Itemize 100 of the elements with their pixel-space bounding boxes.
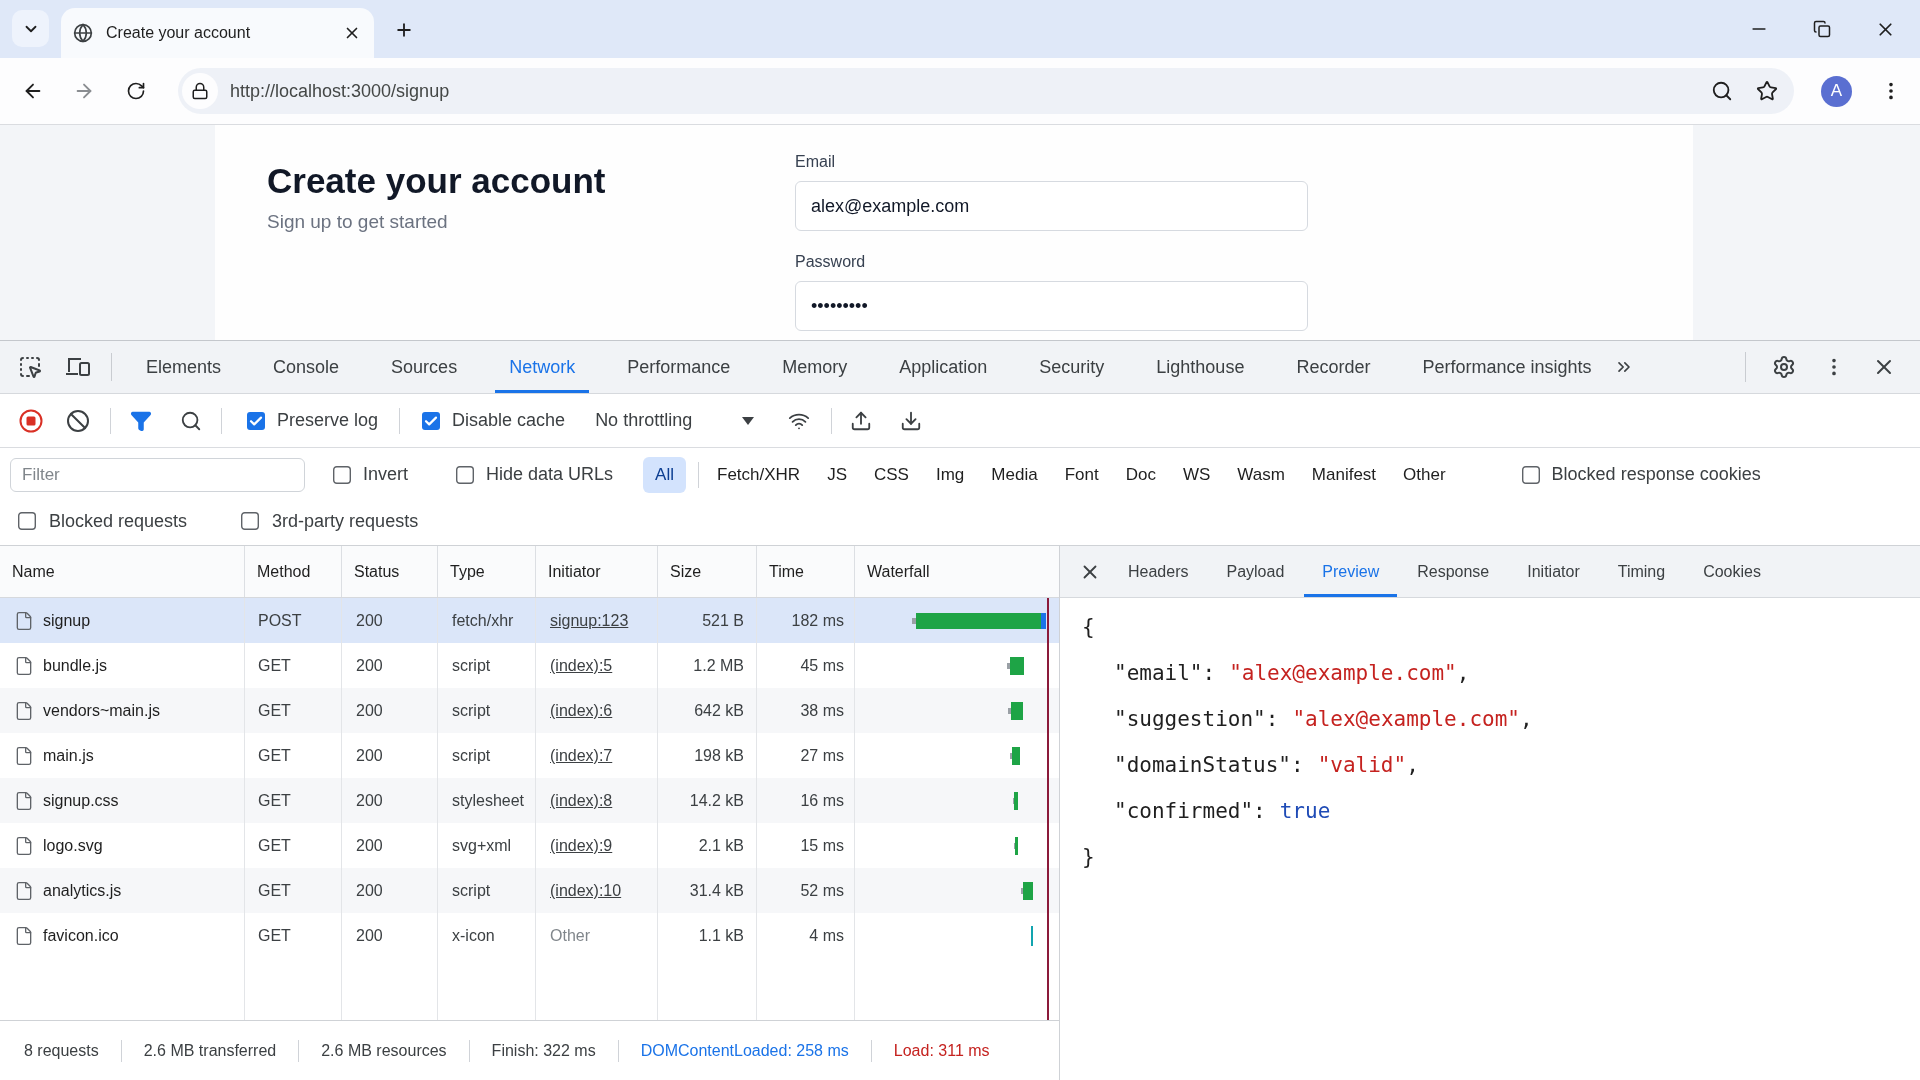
table-row[interactable]: signup POST 200 fetch/xhr signup:123 521 B 182 ms <box>0 598 1059 643</box>
details-tab[interactable]: Headers <box>1110 546 1207 597</box>
filter-icon[interactable] <box>130 409 152 432</box>
type-filter-button[interactable]: Font <box>1058 456 1105 493</box>
browser-tab[interactable]: Create your account <box>61 8 374 58</box>
input-field[interactable]: ••••••••• <box>795 281 1308 331</box>
method-text: GET <box>258 745 291 766</box>
throttling-dropdown[interactable]: No throttling <box>595 407 755 434</box>
column-header[interactable]: Initiator <box>536 546 658 597</box>
column-header[interactable]: Size <box>658 546 757 597</box>
devices-icon[interactable] <box>65 356 91 378</box>
size-text: 31.4 kB <box>689 880 744 901</box>
size-text: 521 B <box>702 610 744 631</box>
type-filter-button[interactable]: WS <box>1176 456 1217 493</box>
type-filter-button[interactable]: Fetch/XHR <box>711 456 807 493</box>
method-text: POST <box>258 610 302 631</box>
initiator-text: Other <box>550 925 590 946</box>
checkbox[interactable] <box>241 512 260 530</box>
type-filter-button[interactable]: JS <box>821 456 853 493</box>
file-icon <box>14 880 34 901</box>
record-icon[interactable] <box>19 408 43 433</box>
status-code: 200 <box>356 925 383 946</box>
initiator-link[interactable]: signup:123 <box>550 608 629 633</box>
checkbox[interactable] <box>247 411 265 430</box>
size-text: 642 kB <box>694 700 744 721</box>
restore-icon[interactable] <box>1813 20 1831 38</box>
devtools-tab[interactable]: Application <box>885 341 1002 393</box>
checkbox[interactable] <box>333 465 351 484</box>
new-tab-icon[interactable] <box>394 20 414 40</box>
devtools-tab[interactable]: Performance <box>613 341 745 393</box>
initiator-link[interactable]: (index):8 <box>550 788 613 813</box>
star-icon[interactable] <box>1756 80 1778 102</box>
checkbox[interactable] <box>422 411 441 430</box>
table-row[interactable]: vendors~main.js GET 200 script (index):6 642 kB 38 ms <box>0 688 1059 733</box>
file-icon <box>14 925 34 946</box>
time-text: 52 ms <box>800 880 844 901</box>
initiator-link[interactable]: (index):7 <box>550 743 613 768</box>
download-icon[interactable] <box>900 409 923 432</box>
details-tab[interactable]: Timing <box>1599 546 1684 597</box>
devtools-tab[interactable]: Recorder <box>1282 341 1385 393</box>
devtools-tab[interactable]: Sources <box>377 341 472 393</box>
address-bar[interactable]: http://localhost:3000/signup <box>178 68 1794 114</box>
upload-icon[interactable] <box>850 409 873 432</box>
type-filter-button[interactable]: Img <box>929 456 971 493</box>
type-filter-button[interactable]: Media <box>985 456 1044 493</box>
checkbox[interactable] <box>1521 465 1540 484</box>
tab-list-button[interactable] <box>12 10 49 47</box>
waterfall-bar <box>1014 836 1018 855</box>
initiator-link[interactable]: (index):9 <box>550 833 613 858</box>
search-icon[interactable] <box>1711 80 1733 102</box>
file-name: main.js <box>43 745 94 766</box>
inspect-icon[interactable] <box>18 355 42 379</box>
devtools-tab[interactable]: Console <box>259 341 354 393</box>
column-header[interactable]: Status <box>342 546 438 597</box>
type-filter-button[interactable]: All <box>643 456 686 493</box>
devtools-tab[interactable]: Memory <box>768 341 862 393</box>
type-filter-button[interactable]: Doc <box>1119 456 1162 493</box>
lock-icon[interactable] <box>182 73 218 109</box>
details-tab[interactable]: Initiator <box>1509 546 1598 597</box>
type-filter-button[interactable]: Wasm <box>1231 456 1291 493</box>
initiator-link[interactable]: (index):10 <box>550 878 622 903</box>
column-header[interactable]: Time <box>757 546 855 597</box>
table-row[interactable]: signup.css GET 200 stylesheet (index):8 14.2 kB 16 ms <box>0 778 1059 823</box>
type-filter-button[interactable]: CSS <box>868 456 915 493</box>
devtools-tab[interactable]: Security <box>1025 341 1119 393</box>
column-header[interactable]: Waterfall <box>855 546 1060 597</box>
file-icon <box>14 790 34 811</box>
devtools-tab[interactable]: Lighthouse <box>1142 341 1259 393</box>
initiator-link[interactable]: (index):6 <box>550 698 613 723</box>
status-text: 8 requests <box>24 1040 99 1061</box>
type-filter-button[interactable]: Manifest <box>1305 456 1383 493</box>
devtools-tab[interactable]: Performance insights <box>1408 341 1606 393</box>
column-header[interactable]: Name <box>0 546 245 597</box>
clear-icon[interactable] <box>66 408 90 433</box>
profile-avatar[interactable]: A <box>1821 75 1852 107</box>
time-text: 4 ms <box>809 925 844 946</box>
settings-icon[interactable] <box>1772 355 1796 379</box>
json-line: "email": "alex@example.com", <box>1114 660 1470 687</box>
input-field[interactable]: alex@example.com <box>795 181 1308 231</box>
caret-icon <box>742 416 755 425</box>
file-name: signup <box>43 610 91 631</box>
details-tab[interactable]: Response <box>1399 546 1508 597</box>
url-text: http://localhost:3000/signup <box>230 79 450 103</box>
checkbox[interactable] <box>18 512 36 530</box>
reload-icon[interactable] <box>126 81 146 101</box>
table-row[interactable]: analytics.js GET 200 script (index):10 31.4 kB 52 ms <box>0 868 1059 913</box>
devtools-tab[interactable]: Elements <box>132 341 236 393</box>
column-header[interactable]: Type <box>438 546 536 597</box>
details-tab[interactable]: Payload <box>1208 546 1303 597</box>
filter-input[interactable]: Filter <box>10 457 305 492</box>
method-text: GET <box>258 655 291 676</box>
checkbox[interactable] <box>456 465 475 484</box>
search-icon[interactable] <box>180 409 202 432</box>
file-icon <box>14 745 34 766</box>
column-header[interactable]: Method <box>245 546 342 597</box>
checkbox-label: Preserve log <box>277 409 379 432</box>
initiator-link[interactable]: (index):5 <box>550 653 613 678</box>
devtools-tab[interactable]: Network <box>495 341 590 393</box>
type-filter-button[interactable]: Other <box>1397 456 1452 493</box>
details-tab[interactable]: Cookies <box>1685 546 1779 597</box>
